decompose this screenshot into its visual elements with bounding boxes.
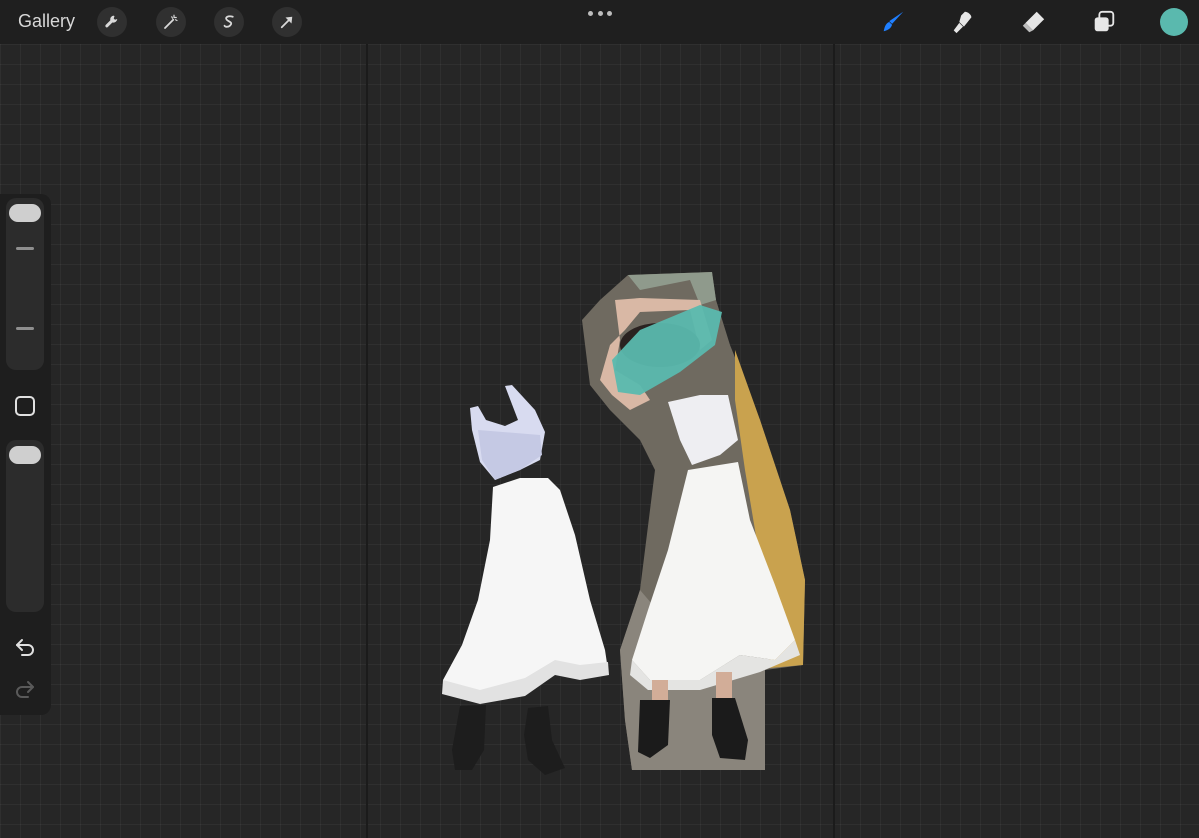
eraser-tool-button[interactable] <box>1018 7 1048 37</box>
drawing-canvas[interactable] <box>0 44 1199 838</box>
slider-tick <box>16 247 34 250</box>
selection-s-icon <box>223 15 234 28</box>
smudge-icon <box>953 11 972 34</box>
undo-button[interactable] <box>13 635 37 659</box>
transform-button[interactable] <box>272 7 302 37</box>
dot-icon <box>607 10 612 16</box>
top-toolbar: Gallery <box>0 0 1199 44</box>
slider-tick <box>16 327 34 330</box>
opacity-slider[interactable] <box>6 440 44 612</box>
more-options-button[interactable] <box>588 8 612 18</box>
smudge-tool-button[interactable] <box>948 7 978 37</box>
dot-icon <box>597 10 603 16</box>
undo-arrow-icon <box>16 639 34 656</box>
modify-button[interactable] <box>14 395 36 417</box>
transform-arrow-icon <box>280 16 293 29</box>
adjustments-button[interactable] <box>156 7 186 37</box>
gallery-button[interactable]: Gallery <box>18 11 75 32</box>
brush-size-handle[interactable] <box>9 204 41 222</box>
wrench-icon <box>105 15 118 28</box>
color-swatch[interactable] <box>1160 8 1188 36</box>
redo-arrow-icon <box>16 681 34 698</box>
canvas-guide-line <box>366 44 368 838</box>
brush-icon <box>883 11 904 32</box>
eraser-icon <box>1022 11 1045 33</box>
magic-wand-icon <box>164 14 178 29</box>
left-sidebar <box>0 194 51 715</box>
selection-button[interactable] <box>214 7 244 37</box>
dot-icon <box>588 10 593 16</box>
actions-button[interactable] <box>97 7 127 37</box>
redo-button[interactable] <box>13 677 37 701</box>
layers-button[interactable] <box>1089 7 1119 37</box>
brush-tool-button[interactable] <box>878 7 908 37</box>
square-icon <box>15 396 35 416</box>
layers-icon <box>1094 10 1115 32</box>
opacity-handle[interactable] <box>9 446 41 464</box>
brush-size-slider[interactable] <box>6 198 44 370</box>
canvas-guide-line <box>833 44 835 838</box>
